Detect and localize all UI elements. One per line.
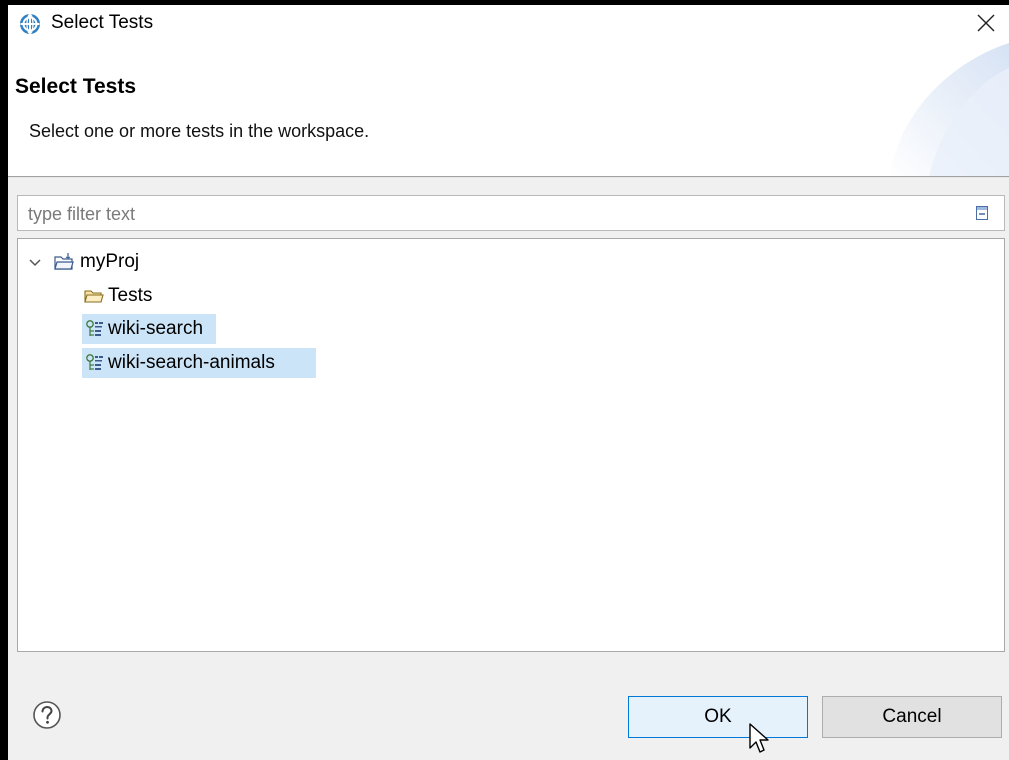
tree-item-label: wiki-search-animals (108, 352, 275, 373)
collapse-all-icon[interactable] (974, 205, 990, 221)
mouse-pointer-icon (749, 723, 769, 753)
window-frame-left (0, 0, 8, 760)
dialog-description: Select one or more tests in the workspac… (29, 121, 370, 141)
tree-item-label: myProj (80, 251, 140, 272)
tree-item-label: wiki-search (108, 318, 204, 339)
filter-input[interactable] (26, 196, 960, 232)
close-icon (977, 14, 995, 32)
tree-item-myproj[interactable]: myProj (26, 247, 226, 277)
ok-button[interactable]: OK (628, 696, 808, 738)
test-tree[interactable]: myProj Tests wiki-search wiki-search-ani… (17, 238, 1005, 652)
dialog-title: Select Tests (15, 75, 137, 98)
test-file-icon (85, 319, 105, 339)
tree-item-label: Tests (108, 285, 153, 306)
filter-field[interactable] (17, 195, 1005, 232)
folder-icon (84, 286, 104, 306)
eclipse-globe-icon (19, 13, 41, 35)
tree-item-tests[interactable]: Tests (82, 281, 202, 311)
banner-decoration-graphic (889, 43, 1009, 178)
close-button[interactable] (963, 5, 1009, 41)
java-project-folder-icon (54, 252, 74, 272)
title-bar: Select Tests (8, 5, 1009, 43)
help-icon[interactable] (32, 700, 62, 730)
test-file-icon (85, 353, 105, 373)
cancel-button[interactable]: Cancel (822, 696, 1002, 738)
tree-item-wiki-search[interactable]: wiki-search (82, 314, 216, 344)
window-title: Select Tests (51, 12, 154, 33)
chevron-down-icon[interactable] (28, 252, 48, 272)
tree-item-wiki-search-animals[interactable]: wiki-search-animals (82, 348, 316, 378)
dialog-header: Select Tests Select one or more tests in… (8, 43, 1009, 178)
